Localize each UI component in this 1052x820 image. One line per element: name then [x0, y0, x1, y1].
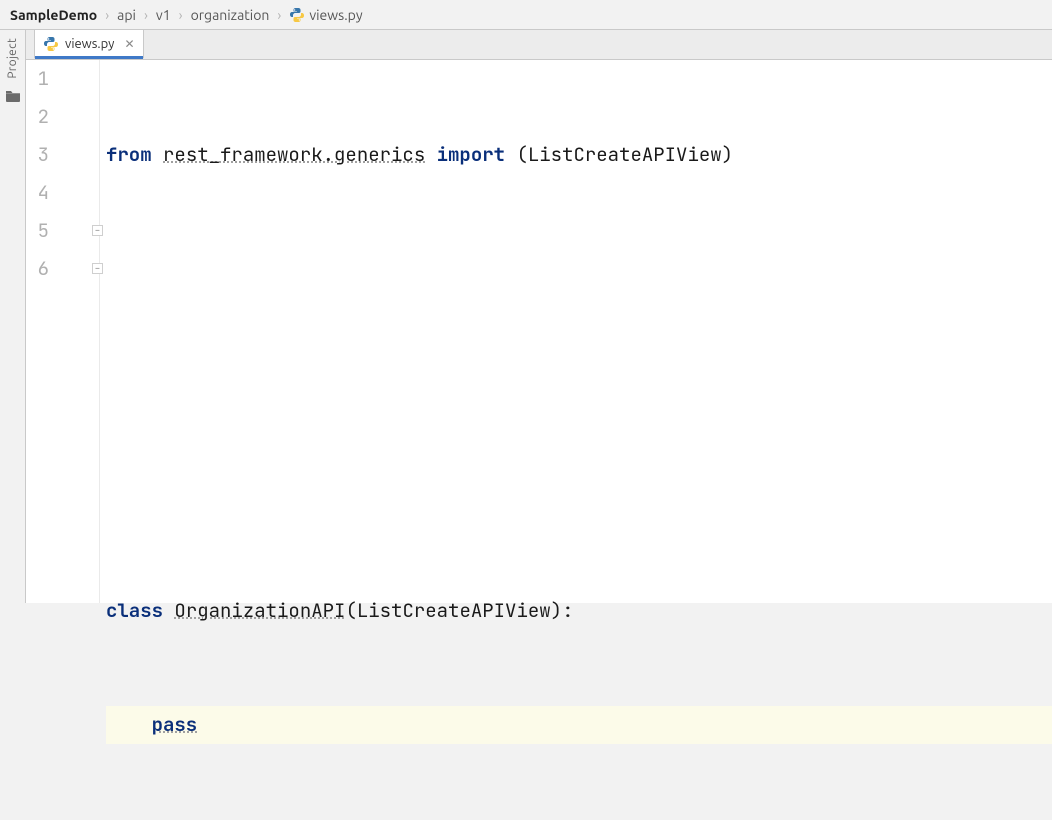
folder-icon[interactable]	[5, 89, 21, 103]
python-file-icon	[43, 36, 59, 52]
tab-label: views.py	[65, 37, 114, 51]
line-number: 5	[26, 212, 49, 250]
breadcrumb-file-label: views.py	[309, 7, 362, 23]
line-number: 2	[26, 98, 49, 136]
editor-tabbar: views.py ✕	[26, 30, 1052, 60]
breadcrumb-file[interactable]: views.py	[289, 7, 362, 23]
line-number: 3	[26, 136, 49, 174]
tool-window-strip: Project	[0, 30, 26, 603]
tab-views-py[interactable]: views.py ✕	[34, 29, 144, 59]
close-tab-icon[interactable]: ✕	[124, 37, 134, 51]
code-line	[106, 364, 1052, 402]
breadcrumb-separator: ›	[179, 7, 183, 23]
breadcrumb-dir-v1[interactable]: v1	[156, 7, 171, 23]
code-line: class OrganizationAPI(ListCreateAPIView)…	[106, 592, 1052, 630]
gutter: 1 2 3 4 5 6 – –	[26, 60, 100, 603]
code-line: pass	[106, 706, 1052, 744]
breadcrumb-dir-organization[interactable]: organization	[191, 7, 270, 23]
breadcrumb-separator: ›	[144, 7, 148, 23]
line-number: 4	[26, 174, 49, 212]
breadcrumb-separator: ›	[105, 7, 109, 23]
tool-project-label[interactable]: Project	[6, 38, 19, 79]
code-area[interactable]: from rest_framework.generics import (Lis…	[100, 60, 1052, 603]
breadcrumb-project[interactable]: SampleDemo	[10, 7, 97, 23]
python-file-icon	[289, 7, 305, 23]
line-number: 6	[26, 250, 49, 288]
code-line	[106, 250, 1052, 288]
code-line	[106, 478, 1052, 516]
code-editor[interactable]: 1 2 3 4 5 6 – – from rest_framework.gene…	[26, 60, 1052, 603]
breadcrumb: SampleDemo › api › v1 › organization › v…	[0, 0, 1052, 30]
code-line: from rest_framework.generics import (Lis…	[106, 136, 1052, 174]
line-number: 1	[26, 60, 49, 98]
breadcrumb-dir-api[interactable]: api	[117, 7, 136, 23]
breadcrumb-separator: ›	[277, 7, 281, 23]
